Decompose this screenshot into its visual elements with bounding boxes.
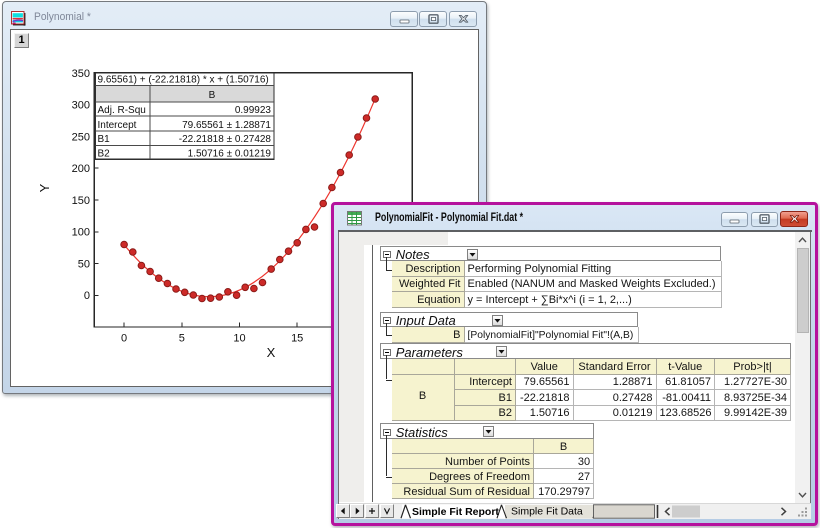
svg-text:Adj. R-Squ: Adj. R-Squ — [98, 105, 146, 116]
svg-text:B: B — [209, 90, 216, 101]
svg-text:15: 15 — [291, 333, 303, 345]
svg-text:350: 350 — [72, 68, 90, 80]
svg-text:Intercept: Intercept — [98, 120, 137, 131]
svg-text:250: 250 — [72, 131, 90, 143]
svg-text:B1: B1 — [98, 134, 111, 145]
svg-text:9.65561) + (-22.21818) * x + (: 9.65561) + (-22.21818) * x + (1.50716) — [98, 75, 269, 86]
svg-text:200: 200 — [72, 163, 90, 175]
svg-text:Y: Y — [37, 183, 52, 192]
svg-text:Simple Fit Report: Simple Fit Report — [412, 506, 499, 518]
svg-text:0: 0 — [121, 333, 127, 345]
svg-text:-22.21818 ± 0.27428: -22.21818 ± 0.27428 — [179, 134, 272, 145]
svg-text:150: 150 — [72, 195, 90, 207]
svg-text:100: 100 — [72, 227, 90, 239]
svg-text:300: 300 — [72, 100, 90, 112]
svg-text:Simple Fit Data: Simple Fit Data — [511, 505, 583, 517]
svg-text:1.50716 ± 0.01219: 1.50716 ± 0.01219 — [188, 148, 272, 159]
svg-text:X: X — [267, 345, 276, 360]
svg-text:0: 0 — [84, 290, 90, 302]
svg-text:5: 5 — [179, 333, 185, 345]
svg-text:79.65561 ± 1.28871: 79.65561 ± 1.28871 — [182, 120, 271, 131]
svg-text:10: 10 — [233, 333, 245, 345]
svg-text:50: 50 — [78, 258, 90, 270]
svg-text:0.99923: 0.99923 — [235, 105, 272, 116]
svg-text:B2: B2 — [98, 148, 111, 159]
